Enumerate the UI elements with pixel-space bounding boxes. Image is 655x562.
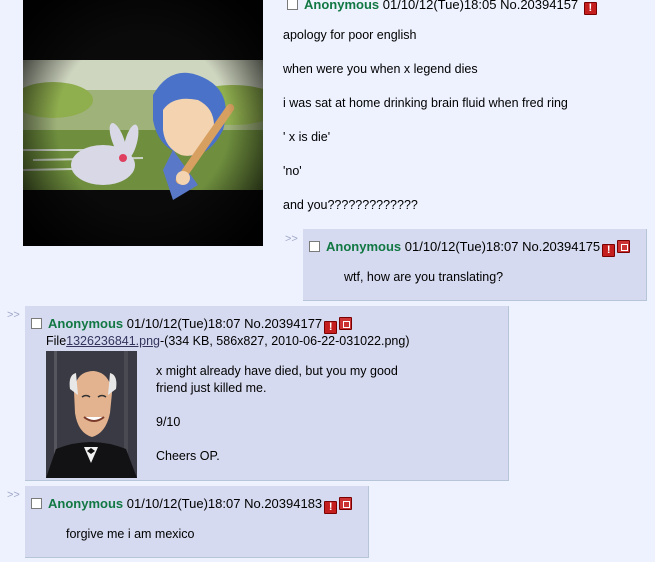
reply-message-line: Cheers OP.	[156, 449, 220, 463]
reply-datetime: 01/10/12(Tue)18:07	[404, 239, 519, 254]
reply-datetime: 01/10/12(Tue)18:07	[126, 496, 241, 511]
reply-post-number[interactable]: No.20394183	[244, 496, 322, 511]
op-message-line: 'no'	[283, 164, 302, 178]
op-message-line: when were you when x legend dies	[283, 62, 478, 76]
op-post-header: Anonymous 01/10/12(Tue)18:05 No.20394157…	[287, 0, 597, 15]
op-message-line: ' x is die'	[283, 130, 331, 144]
reply-name: Anonymous	[326, 239, 402, 254]
file-info-line: File1326236841.png-(334 KB, 586x827, 201…	[46, 334, 410, 348]
op-datetime: 01/10/12(Tue)18:05	[382, 0, 497, 12]
file-label: File	[46, 334, 67, 348]
reply-arrow: >>	[7, 309, 20, 321]
reply-thumbnail-image[interactable]	[46, 351, 137, 478]
reply-post: Anonymous 01/10/12(Tue)18:07 No.20394175…	[303, 229, 647, 301]
reply-arrow: >>	[285, 233, 298, 245]
reply-header: Anonymous 01/10/12(Tue)18:07 No.20394177…	[31, 316, 353, 334]
delete-icon[interactable]	[617, 240, 631, 253]
reply-post-number[interactable]: No.20394175	[522, 239, 600, 254]
file-details: -(334 KB, 586x827, 2010-06-22-031022.png…	[160, 334, 410, 348]
report-icon[interactable]: !	[602, 244, 616, 257]
reply-name: Anonymous	[48, 496, 124, 511]
reply-post: Anonymous 01/10/12(Tue)18:07 No.20394177…	[25, 306, 509, 481]
reply-post-number[interactable]: No.20394177	[244, 316, 322, 331]
op-report-icon[interactable]: !	[583, 2, 597, 15]
delete-icon[interactable]	[339, 497, 353, 510]
reply-select-checkbox[interactable]	[31, 318, 42, 329]
reply-header: Anonymous 01/10/12(Tue)18:07 No.20394183…	[31, 496, 353, 514]
op-name: Anonymous	[304, 0, 380, 12]
op-message-line: apology for poor english	[283, 28, 417, 42]
reply-message: wtf, how are you translating?	[344, 270, 504, 284]
reply-message: x might already have died, but you my go…	[156, 363, 426, 465]
reply-select-checkbox[interactable]	[31, 498, 42, 509]
op-thumbnail-image[interactable]	[23, 0, 263, 246]
op-post-number[interactable]: No.20394157	[500, 0, 578, 12]
op-select-checkbox[interactable]	[287, 0, 298, 10]
op-message-line: and you?????????????	[283, 198, 418, 212]
reply-message: forgive me i am mexico	[66, 527, 195, 541]
op-message: apology for poor english when were you w…	[283, 27, 643, 231]
reply-name: Anonymous	[48, 316, 124, 331]
reply-select-checkbox[interactable]	[309, 241, 320, 252]
reply-message-line: x might already have died, but you my go…	[156, 364, 398, 395]
reply-post: Anonymous 01/10/12(Tue)18:07 No.20394183…	[25, 486, 369, 558]
reply-datetime: 01/10/12(Tue)18:07	[126, 316, 241, 331]
reply-arrow: >>	[7, 489, 20, 501]
report-icon[interactable]: !	[324, 501, 338, 514]
delete-icon[interactable]	[339, 317, 353, 330]
op-message-line: i was sat at home drinking brain fluid w…	[283, 96, 568, 110]
reply-message-line: 9/10	[156, 415, 181, 429]
reply-header: Anonymous 01/10/12(Tue)18:07 No.20394175…	[309, 239, 631, 257]
file-link[interactable]: 1326236841.png	[66, 334, 160, 348]
report-icon[interactable]: !	[324, 321, 338, 334]
